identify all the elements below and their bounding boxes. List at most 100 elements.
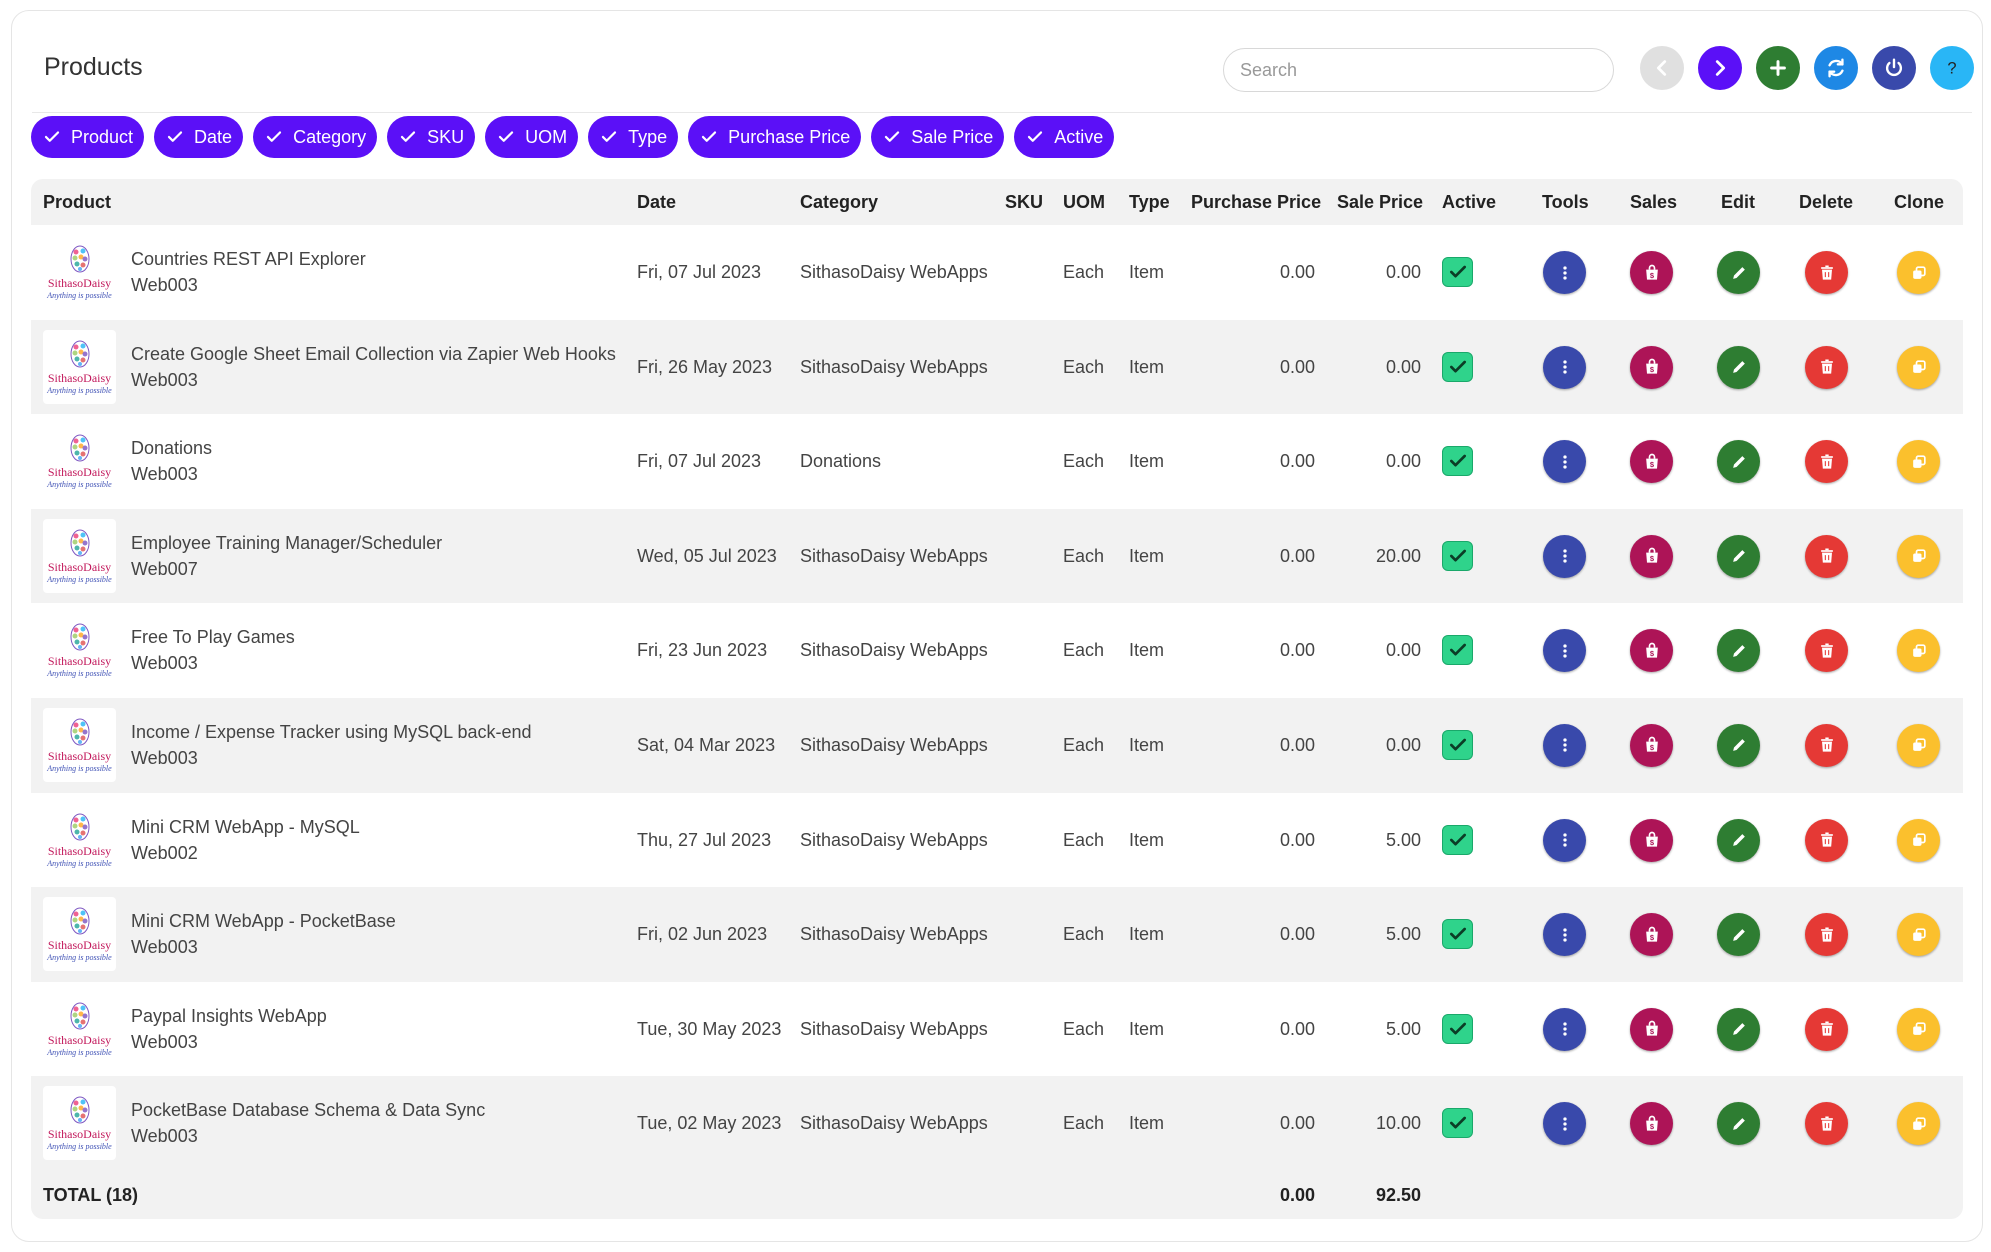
- col-purchase-price[interactable]: Purchase Price: [1191, 192, 1321, 213]
- active-checkbox[interactable]: [1442, 1108, 1473, 1139]
- active-checkbox[interactable]: [1442, 446, 1473, 477]
- col-sku[interactable]: SKU: [1005, 192, 1043, 213]
- col-sale-price[interactable]: Sale Price: [1337, 192, 1423, 213]
- delete-button[interactable]: [1805, 818, 1848, 862]
- sales-button[interactable]: $: [1630, 251, 1673, 294]
- edit-button[interactable]: [1717, 251, 1760, 294]
- edit-button[interactable]: [1717, 913, 1760, 957]
- table-row[interactable]: SithasoDaisy Anything is possible Mini C…: [31, 793, 1963, 888]
- tools-button[interactable]: [1543, 818, 1586, 862]
- sales-button[interactable]: $: [1630, 1007, 1673, 1051]
- active-checkbox[interactable]: [1442, 729, 1473, 760]
- table-row[interactable]: SithasoDaisy Anything is possible Mini C…: [31, 887, 1963, 982]
- sales-button[interactable]: $: [1630, 913, 1673, 957]
- delete-button[interactable]: [1805, 534, 1848, 578]
- active-checkbox[interactable]: [1442, 540, 1473, 571]
- product-category: SithasoDaisy WebApps: [800, 356, 988, 377]
- delete-button[interactable]: [1805, 440, 1848, 484]
- clone-button[interactable]: [1897, 251, 1940, 294]
- col-category[interactable]: Category: [800, 192, 878, 213]
- edit-button[interactable]: [1717, 440, 1760, 484]
- tools-button[interactable]: [1543, 723, 1586, 767]
- tools-button[interactable]: [1543, 534, 1586, 578]
- tools-button[interactable]: [1543, 629, 1586, 673]
- table-row[interactable]: SithasoDaisy Anything is possible Employ…: [31, 508, 1963, 604]
- col-type[interactable]: Type: [1129, 192, 1170, 213]
- table-row[interactable]: SithasoDaisy Anything is possible Create…: [31, 319, 1963, 415]
- sales-button[interactable]: $: [1630, 345, 1673, 389]
- forward-button[interactable]: [1698, 46, 1742, 90]
- trash-icon: [1820, 265, 1833, 280]
- clone-button[interactable]: [1897, 345, 1940, 389]
- filter-chip-category[interactable]: Category: [253, 116, 378, 158]
- delete-button[interactable]: [1805, 1007, 1848, 1051]
- sales-button[interactable]: $: [1630, 629, 1673, 673]
- edit-button[interactable]: [1717, 818, 1760, 862]
- filter-chip-product[interactable]: Product: [31, 116, 145, 158]
- active-checkbox[interactable]: [1442, 635, 1473, 666]
- delete-button[interactable]: [1805, 345, 1848, 389]
- table-row[interactable]: SithasoDaisy Anything is possible Pocket…: [31, 1076, 1963, 1171]
- tools-button[interactable]: [1543, 1102, 1586, 1146]
- refresh-button[interactable]: [1814, 46, 1858, 90]
- delete-button[interactable]: [1805, 913, 1848, 957]
- active-checkbox[interactable]: [1442, 824, 1473, 855]
- clone-button[interactable]: [1897, 629, 1940, 673]
- sales-button[interactable]: $: [1630, 723, 1673, 767]
- trash-icon: [1820, 548, 1833, 563]
- sales-button[interactable]: $: [1630, 440, 1673, 484]
- active-checkbox[interactable]: [1442, 919, 1473, 950]
- edit-button[interactable]: [1717, 629, 1760, 673]
- edit-button[interactable]: [1717, 345, 1760, 389]
- table-row[interactable]: SithasoDaisy Anything is possible Paypal…: [31, 982, 1963, 1077]
- filter-chip-active[interactable]: Active: [1014, 116, 1115, 158]
- clone-button[interactable]: [1897, 723, 1940, 767]
- help-button[interactable]: ?: [1930, 46, 1974, 90]
- tools-button[interactable]: [1543, 251, 1586, 294]
- sales-button[interactable]: $: [1630, 818, 1673, 862]
- filter-chip-uom[interactable]: UOM: [485, 116, 579, 158]
- edit-button[interactable]: [1717, 1102, 1760, 1146]
- edit-button[interactable]: [1717, 534, 1760, 578]
- tools-button[interactable]: [1543, 1007, 1586, 1051]
- sales-button[interactable]: $: [1630, 534, 1673, 578]
- delete-button[interactable]: [1805, 723, 1848, 767]
- table-row[interactable]: SithasoDaisy Anything is possible Free T…: [31, 603, 1963, 698]
- delete-button[interactable]: [1805, 1102, 1848, 1146]
- sales-button[interactable]: $: [1630, 1102, 1673, 1146]
- active-checkbox[interactable]: [1442, 1013, 1473, 1044]
- col-product[interactable]: Product: [43, 192, 111, 213]
- search-input[interactable]: [1223, 48, 1614, 92]
- edit-button[interactable]: [1717, 1007, 1760, 1051]
- tools-button[interactable]: [1543, 345, 1586, 389]
- clone-button[interactable]: [1897, 1102, 1940, 1146]
- table-row[interactable]: SithasoDaisy Anything is possible Donati…: [31, 414, 1963, 509]
- active-checkbox[interactable]: [1442, 257, 1473, 287]
- filter-chip-purchase-price[interactable]: Purchase Price: [688, 116, 862, 158]
- edit-button[interactable]: [1717, 723, 1760, 767]
- clone-button[interactable]: [1897, 818, 1940, 862]
- table-row[interactable]: SithasoDaisy Anything is possible Income…: [31, 697, 1963, 793]
- total-label: TOTAL (18): [43, 1184, 139, 1205]
- add-button[interactable]: [1756, 46, 1800, 90]
- clone-button[interactable]: [1897, 1007, 1940, 1051]
- filter-chip-type[interactable]: Type: [588, 116, 679, 158]
- tools-button[interactable]: [1543, 440, 1586, 484]
- col-uom[interactable]: UOM: [1063, 192, 1105, 213]
- delete-button[interactable]: [1805, 629, 1848, 673]
- col-active[interactable]: Active: [1442, 192, 1496, 213]
- clone-button[interactable]: [1897, 440, 1940, 484]
- filter-chip-sku[interactable]: SKU: [387, 116, 476, 158]
- clone-button[interactable]: [1897, 534, 1940, 578]
- back-button[interactable]: [1640, 46, 1684, 90]
- clone-button[interactable]: [1897, 913, 1940, 957]
- col-date[interactable]: Date: [637, 192, 676, 213]
- table-row[interactable]: SithasoDaisy Anything is possible Countr…: [31, 225, 1963, 320]
- daisy-logo-icon: [70, 245, 89, 273]
- filter-chip-sale-price[interactable]: Sale Price: [871, 116, 1005, 158]
- tools-button[interactable]: [1543, 913, 1586, 957]
- logout-button[interactable]: [1872, 46, 1916, 90]
- active-checkbox[interactable]: [1442, 351, 1473, 382]
- filter-chip-date[interactable]: Date: [154, 116, 244, 158]
- delete-button[interactable]: [1805, 251, 1848, 294]
